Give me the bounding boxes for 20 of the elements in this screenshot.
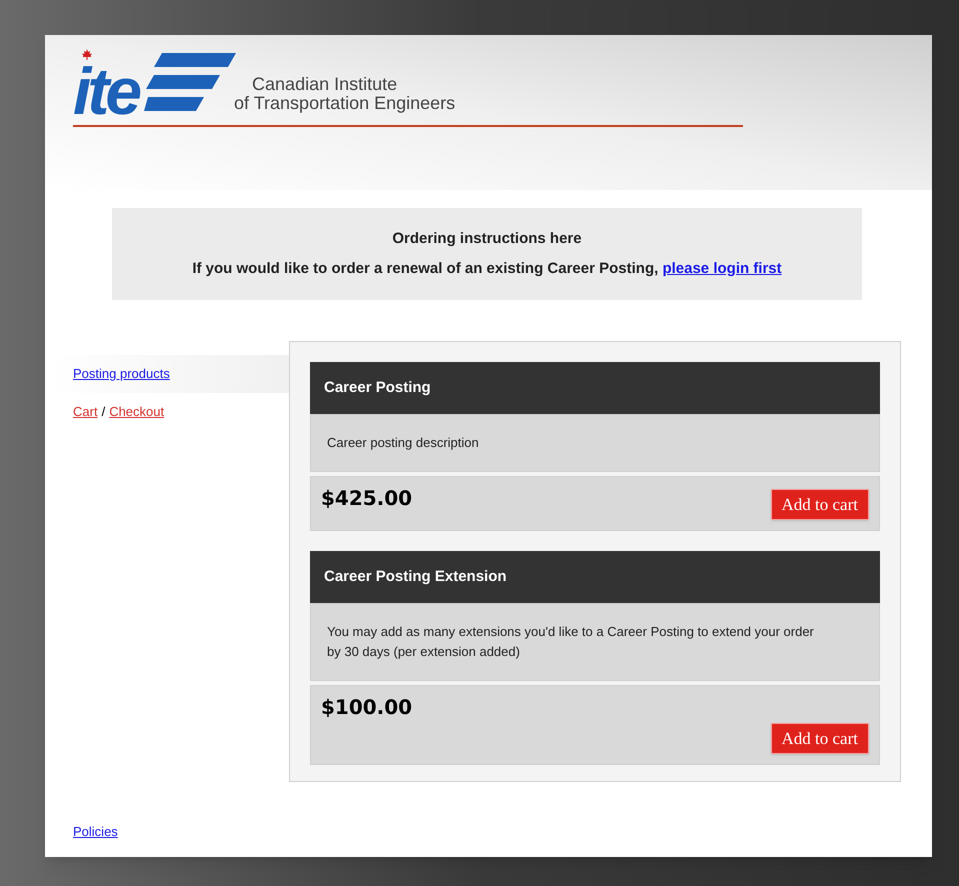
product-description: You may add as many extensions you'd like to a Career Posting to extend your order by 30 days (per extension added) <box>310 603 880 681</box>
nav-link[interactable]: Checkout <box>109 402 164 422</box>
separator-text: / <box>102 403 106 422</box>
maple-leaf-icon <box>81 49 93 61</box>
organization-name: Canadian Institute <box>251 75 398 94</box>
nav-link[interactable]: Posting products <box>73 364 170 384</box>
add-to-cart-button[interactable]: Add to cart <box>770 489 869 520</box>
add-to-cart-button[interactable]: Add to cart <box>770 723 869 754</box>
login-link[interactable]: please login first <box>662 260 782 277</box>
product-description: Career posting description <box>310 414 880 472</box>
notice-title: Ordering instructions here <box>392 228 582 248</box>
organization-name: of Transportation Engineers <box>234 94 456 113</box>
product-price: $100.00 <box>321 694 412 721</box>
product-price: $425.00 <box>321 485 412 512</box>
notice-text: If you would like to order a renewal of an existing Career Posting, please login first <box>192 259 782 279</box>
product-title: Career Posting Extension <box>310 551 880 603</box>
product-title: Career Posting <box>310 362 880 414</box>
nav-link[interactable]: Cart <box>73 402 98 422</box>
policies-link[interactable]: Policies <box>73 824 118 839</box>
logo-text: ite <box>73 63 140 119</box>
